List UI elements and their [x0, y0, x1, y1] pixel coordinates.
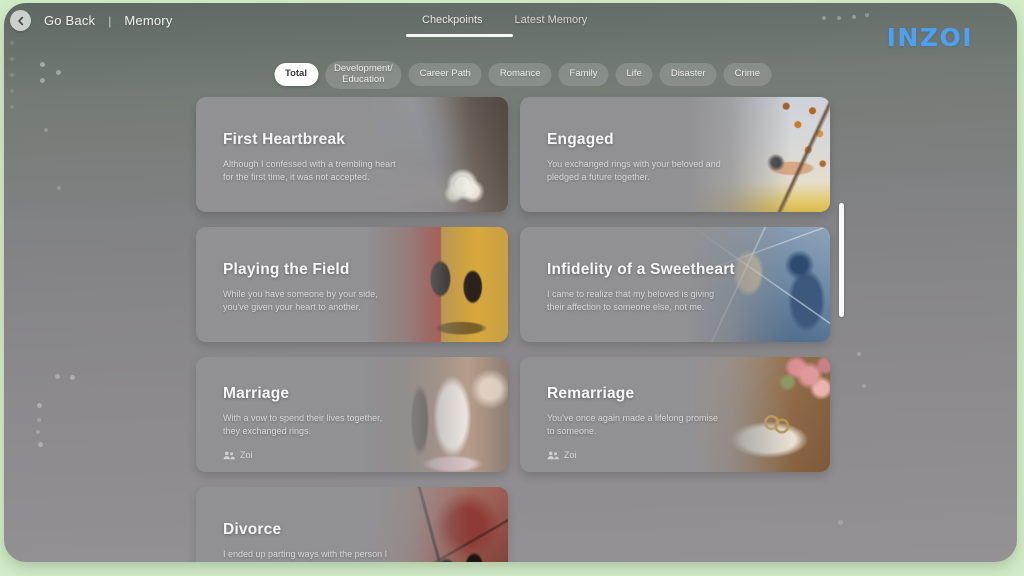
- chevron-left-icon: [16, 16, 26, 26]
- header: Go Back | Memory: [10, 10, 173, 31]
- memory-card-grid: First Heartbreak Although I confessed wi…: [196, 97, 830, 562]
- filter-total[interactable]: Total: [274, 63, 318, 86]
- tab-latest-memory[interactable]: Latest Memory: [515, 14, 588, 26]
- back-button[interactable]: [10, 10, 31, 31]
- card-description: With a vow to spend their lives together…: [223, 412, 400, 437]
- card-tag: Zoi: [223, 450, 508, 460]
- card-title: Playing the Field: [223, 261, 508, 279]
- active-tab-indicator: [406, 34, 513, 37]
- filter-development-education[interactable]: Development/ Education: [325, 61, 402, 89]
- filter-life[interactable]: Life: [616, 63, 653, 86]
- particle-dot: [838, 520, 843, 525]
- card-description: You exchanged rings with your beloved an…: [547, 158, 745, 183]
- scrollbar-thumb[interactable]: [839, 203, 844, 317]
- people-icon: [547, 451, 559, 460]
- particle-dot: [70, 375, 75, 380]
- card-title: Infidelity of a Sweetheart: [547, 261, 830, 279]
- particle-dot: [10, 105, 14, 109]
- card-divorce[interactable]: Divorce I ended up parting ways with the…: [196, 487, 508, 562]
- particle-dot: [37, 403, 42, 408]
- memory-panel: Go Back | Memory Checkpoints Latest Memo…: [4, 3, 1017, 562]
- particle-dot: [852, 15, 856, 19]
- particle-dot: [37, 418, 41, 422]
- particle-dot: [822, 16, 826, 20]
- filter-family[interactable]: Family: [559, 63, 609, 86]
- card-engaged[interactable]: Engaged You exchanged rings with your be…: [520, 97, 830, 212]
- particle-dot: [837, 16, 841, 20]
- card-description: I came to realize that my beloved is giv…: [547, 288, 722, 313]
- filter-career-path[interactable]: Career Path: [409, 63, 482, 86]
- particle-dot: [56, 70, 61, 75]
- card-tag: Zoi: [547, 450, 830, 460]
- card-title: Engaged: [547, 131, 830, 149]
- card-infidelity-of-a-sweetheart[interactable]: Infidelity of a Sweetheart I came to rea…: [520, 227, 830, 342]
- filter-crime[interactable]: Crime: [724, 63, 771, 86]
- particle-dot: [857, 352, 861, 356]
- particle-dot: [862, 384, 866, 388]
- card-title: Remarriage: [547, 385, 830, 403]
- go-back-label[interactable]: Go Back: [44, 13, 95, 28]
- card-remarriage[interactable]: Remarriage You've once again made a life…: [520, 357, 830, 472]
- particle-dot: [44, 128, 48, 132]
- particle-dot: [40, 78, 45, 83]
- particle-dot: [57, 186, 61, 190]
- tag-label: Zoi: [564, 450, 577, 460]
- card-title: Marriage: [223, 385, 508, 403]
- tab-bar: Checkpoints Latest Memory: [422, 14, 587, 26]
- filter-disaster[interactable]: Disaster: [660, 63, 717, 86]
- header-divider: |: [108, 14, 111, 28]
- card-marriage[interactable]: Marriage With a vow to spend their lives…: [196, 357, 508, 472]
- tab-checkpoints[interactable]: Checkpoints: [422, 14, 483, 26]
- particle-dot: [10, 89, 14, 93]
- inzoi-logo: INZOI: [887, 23, 973, 52]
- card-description: Although I confessed with a trembling he…: [223, 158, 400, 183]
- card-title: Divorce: [223, 521, 508, 539]
- card-first-heartbreak[interactable]: First Heartbreak Although I confessed wi…: [196, 97, 508, 212]
- particle-dot: [10, 41, 14, 45]
- tag-label: Zoi: [240, 450, 253, 460]
- card-description: I ended up parting ways with the person …: [223, 548, 400, 562]
- card-description: While you have someone by your side, you…: [223, 288, 400, 313]
- particle-dot: [10, 57, 14, 61]
- particle-dot: [865, 13, 869, 17]
- card-description: You've once again made a lifelong promis…: [547, 412, 722, 437]
- filter-chip-row: Total Development/ Education Career Path…: [274, 61, 771, 89]
- card-title: First Heartbreak: [223, 131, 508, 149]
- people-icon: [223, 451, 235, 460]
- particle-dot: [38, 442, 43, 447]
- particle-dot: [40, 62, 45, 67]
- filter-romance[interactable]: Romance: [489, 63, 552, 86]
- particle-dot: [55, 374, 60, 379]
- particle-dot: [10, 73, 14, 77]
- particle-dot: [36, 430, 40, 434]
- card-playing-the-field[interactable]: Playing the Field While you have someone…: [196, 227, 508, 342]
- page-title: Memory: [124, 13, 172, 28]
